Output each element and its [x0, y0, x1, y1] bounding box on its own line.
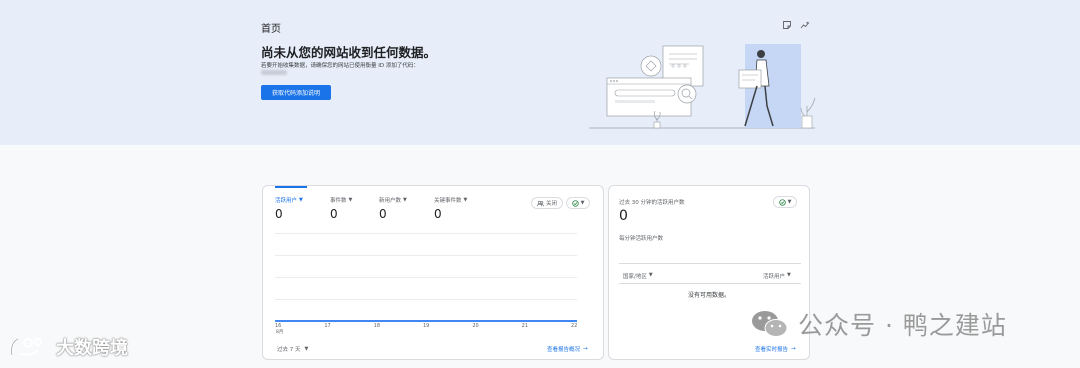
active-tab-indicator [275, 186, 307, 188]
empty-state-heading: 尚未从您的网站收到任何数据。 [261, 45, 437, 60]
watermark-text: 大数跨境 [56, 338, 128, 359]
metric-label: 活跃用户 [275, 198, 298, 204]
metric-tab-active-users[interactable]: 活跃用户 ▼ 0 [275, 196, 303, 221]
check-circle-icon [571, 199, 579, 207]
gridline [275, 299, 577, 300]
compare-toggle-button[interactable]: 关闭 [531, 197, 564, 209]
date-range-selector[interactable]: 过去 7 天 ▼ [277, 345, 308, 353]
check-circle-icon [778, 198, 786, 206]
x-tick-label: 17 [324, 323, 331, 329]
caret-down-icon: ▼ [299, 197, 303, 203]
people-icon [537, 200, 544, 206]
column-header-country[interactable]: 国家/地区 ▼ [623, 272, 653, 280]
column-label: 活跃用户 [763, 274, 786, 280]
caret-down-icon: ▼ [348, 197, 353, 203]
link-label: 查看实时报告 [755, 347, 789, 353]
arrow-right-icon: → [583, 346, 588, 352]
gridline [275, 277, 577, 278]
wechat-logo-icon [752, 311, 788, 337]
metric-label: 事件数 [330, 198, 347, 204]
get-code-instructions-button[interactable]: 获取代码添加说明 [261, 85, 331, 100]
realtime-title: 过去 30 分钟的活跃用户数 [619, 200, 685, 206]
metric-value: 0 [379, 207, 387, 221]
link-label: 查看报告概况 [547, 347, 581, 353]
x-tick-label: 21 [521, 323, 529, 329]
column-header-active-users[interactable]: 活跃用户 ▼ [763, 272, 791, 280]
caret-down-icon: ▼ [403, 197, 407, 203]
caret-down-icon: ▼ [787, 272, 791, 278]
redacted-measurement-id [261, 70, 287, 75]
x-tick-label: 22 [571, 323, 578, 329]
empty-state-illustration [589, 44, 816, 129]
metric-label: 新用户数 [379, 198, 402, 204]
date-range-label: 过去 7 天 [277, 347, 301, 353]
divider [619, 263, 801, 264]
x-tick-label: 20 [472, 323, 479, 329]
caret-down-icon: ▼ [463, 197, 468, 203]
brand-logo-icon [10, 337, 42, 356]
metric-value: 0 [434, 207, 442, 221]
chart-series-line-active-users [275, 320, 577, 322]
empty-state-description: 若要开始收集数据，请确保您的网站已使用衡量 ID 添加了代码： [261, 63, 419, 69]
wechat-watermark: 公众号 · 鸭之建站 [750, 306, 1007, 342]
empty-data-message: 没有可用数据。 [687, 292, 730, 299]
caret-down-icon: ▼ [304, 346, 309, 352]
gridline [275, 255, 577, 256]
brand-watermark: 大数跨境 [8, 334, 128, 360]
metric-value: 0 [275, 207, 283, 221]
realtime-value: 0 [619, 208, 628, 224]
metrics-card: 活跃用户 ▼ 0 事件数 ▼ 0 新用户数 ▼ 0 关键事件数 ▼ 0 关闭 ▼ 16 1… [262, 185, 604, 360]
hero-banner: 首页 尚未从您的网站收到任何数据。 若要开始收集数据，请确保您的网站已使用衡量 … [0, 0, 1080, 145]
watermark-text: 公众号 · 鸭之建站 [798, 311, 1007, 340]
caret-down-icon: ▼ [787, 199, 792, 205]
x-axis-month-label: 8月 [276, 330, 284, 335]
gridline [275, 233, 577, 234]
view-report-overview-link[interactable]: 查看报告概况 → [547, 345, 588, 353]
realtime-status-dropdown[interactable]: ▼ [773, 196, 797, 208]
arrow-right-icon: → [791, 346, 796, 352]
column-label: 国家/地区 [623, 274, 647, 280]
caret-down-icon: ▼ [648, 272, 653, 278]
divider [619, 283, 801, 284]
note-icon[interactable] [782, 20, 792, 30]
page-title: 首页 [261, 24, 281, 35]
metric-value: 0 [330, 207, 338, 221]
metric-label: 关键事件数 [434, 198, 462, 204]
metric-tab-new-users[interactable]: 新用户数 ▼ 0 [379, 196, 407, 221]
compare-label: 关闭 [546, 201, 558, 207]
data-status-dropdown[interactable]: ▼ [566, 197, 590, 209]
view-realtime-report-link[interactable]: 查看实时报告 → [755, 345, 796, 353]
x-tick-label: 18 [373, 323, 381, 329]
caret-down-icon: ▼ [580, 200, 585, 206]
metric-tab-event-count[interactable]: 事件数 ▼ 0 [330, 196, 352, 221]
per-minute-label: 每分钟活跃用户数 [619, 236, 664, 242]
metric-tab-key-events[interactable]: 关键事件数 ▼ 0 [434, 196, 467, 221]
insights-icon[interactable] [800, 20, 810, 30]
x-tick-label: 19 [423, 323, 430, 329]
